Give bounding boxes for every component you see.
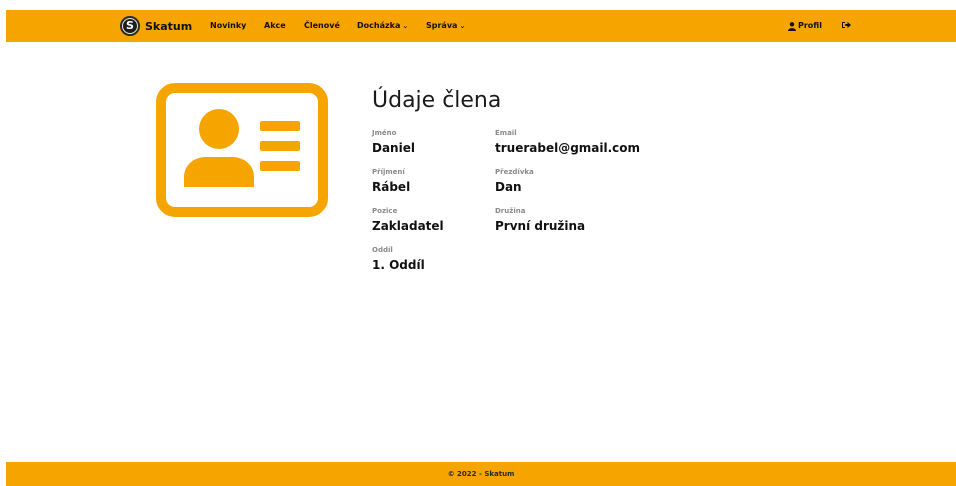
nav-item-label: Docházka bbox=[357, 21, 401, 30]
logout-button[interactable] bbox=[842, 21, 851, 29]
field-label: Přezdívka bbox=[495, 168, 534, 176]
nav-item-label: Správa bbox=[426, 21, 458, 30]
field-patrol: Družina První družina bbox=[495, 207, 585, 234]
brand-link[interactable]: S Skatum bbox=[120, 15, 192, 37]
nav-item-akce[interactable]: Akce bbox=[264, 20, 286, 32]
page-footer: © 2022 - Skatum bbox=[6, 462, 956, 486]
brand-logo-letter: S bbox=[123, 19, 137, 33]
field-email: Email truerabel@gmail.com bbox=[495, 129, 640, 156]
field-label: Příjmení bbox=[372, 168, 405, 176]
nav-item-dochazka[interactable]: Docházka ⌄ bbox=[357, 20, 408, 32]
field-label: Jméno bbox=[372, 129, 397, 137]
nav-item-sprava[interactable]: Správa ⌄ bbox=[426, 20, 465, 32]
profile-label: Profil bbox=[798, 21, 822, 30]
nav-item-clenove[interactable]: Členové bbox=[304, 20, 340, 32]
chevron-down-icon: ⌄ bbox=[402, 22, 409, 30]
field-label: Družina bbox=[495, 207, 526, 215]
nav-item-label: Akce bbox=[264, 21, 286, 30]
nav-item-label: Členové bbox=[304, 21, 340, 30]
field-value: 1. Oddíl bbox=[372, 258, 425, 272]
field-value: Daniel bbox=[372, 141, 415, 155]
nav-item-novinky[interactable]: Novinky bbox=[210, 20, 246, 32]
field-first-name: Jméno Daniel bbox=[372, 129, 415, 156]
brand-logo: S bbox=[120, 16, 140, 36]
id-card-icon bbox=[156, 83, 328, 221]
field-last-name: Příjmení Rábel bbox=[372, 168, 410, 195]
nav-item-label: Novinky bbox=[210, 21, 247, 30]
field-label: Pozice bbox=[372, 207, 398, 215]
field-nickname: Přezdívka Dan bbox=[495, 168, 534, 195]
user-icon bbox=[788, 21, 796, 31]
field-label: Oddíl bbox=[372, 246, 393, 254]
field-value: Dan bbox=[495, 180, 522, 194]
field-label: Email bbox=[495, 129, 517, 137]
page-title: Údaje člena bbox=[372, 88, 502, 113]
field-value: truerabel@gmail.com bbox=[495, 141, 641, 155]
profile-link[interactable]: Profil bbox=[788, 20, 822, 32]
field-unit: Oddíl 1. Oddíl bbox=[372, 246, 425, 273]
footer-text: © 2022 - Skatum bbox=[447, 470, 515, 478]
sign-out-icon bbox=[842, 21, 851, 29]
field-value: Rábel bbox=[372, 180, 411, 194]
field-value: První družina bbox=[495, 219, 586, 233]
chevron-down-icon: ⌄ bbox=[459, 22, 466, 30]
field-value: Zakladatel bbox=[372, 219, 444, 233]
brand-name: Skatum bbox=[145, 19, 193, 33]
top-navbar: S Skatum Novinky Akce Členové Docházka ⌄ … bbox=[6, 10, 956, 42]
field-position: Pozice Zakladatel bbox=[372, 207, 444, 234]
